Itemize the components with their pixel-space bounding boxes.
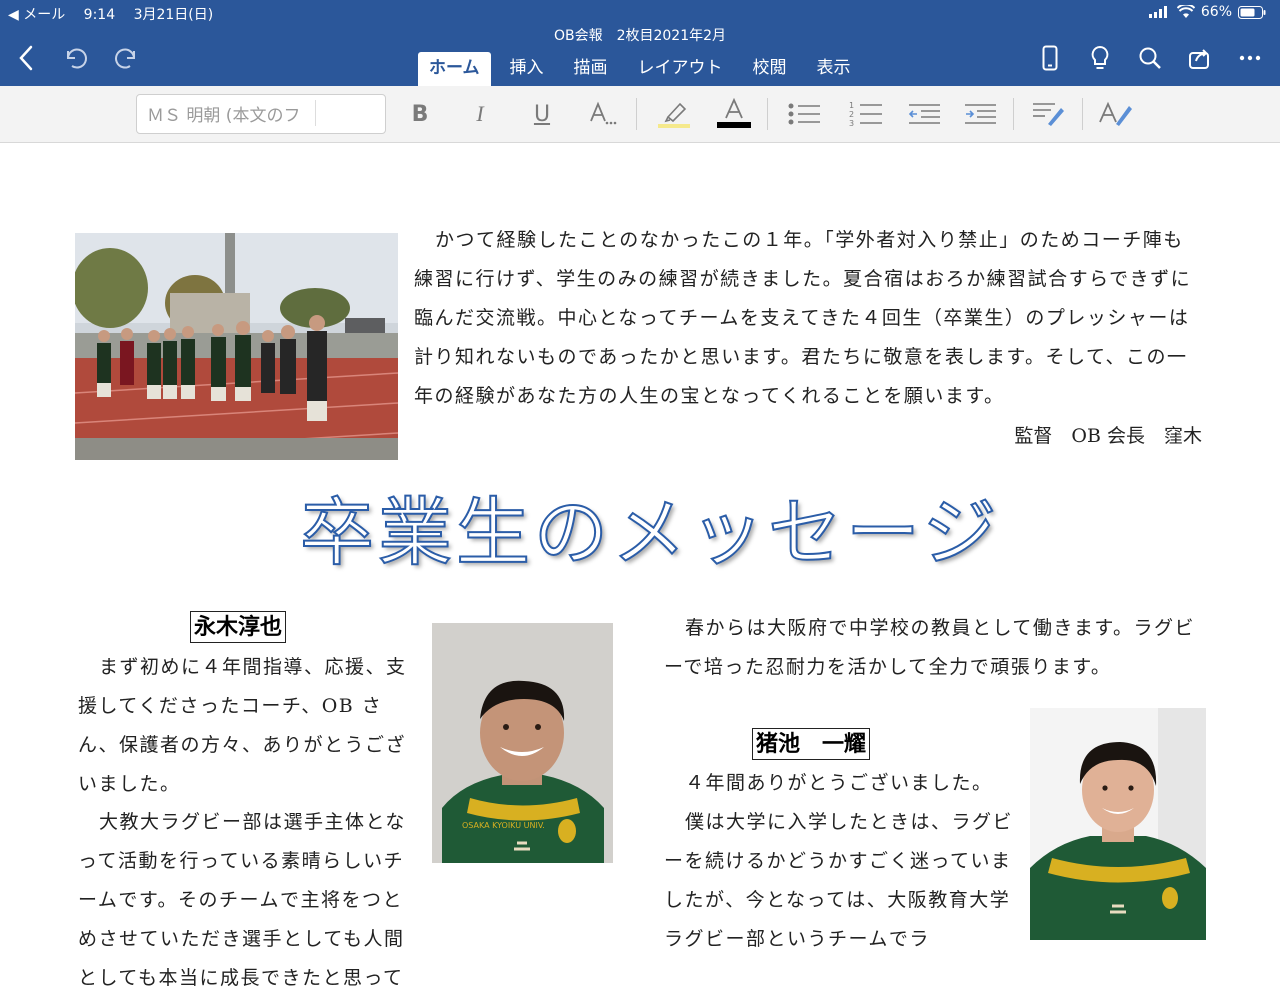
person1-text-b1: 大教大ラグビー部は選手主体となって活動を行っている素晴らしいチームです。そのチー… [78, 803, 418, 998]
ribbon-divider [636, 98, 637, 130]
person1-name: 永木淳也 [190, 611, 287, 643]
undo-icon[interactable] [60, 42, 92, 74]
ribbon-toolbar: B I U 123 [0, 86, 1280, 143]
ribbon-divider [1013, 98, 1014, 130]
highlighter-icon [658, 102, 690, 128]
person2-name: 猪池 一耀 [752, 728, 871, 760]
text-effects-button[interactable] [582, 96, 622, 132]
app-header: ◀ メール 9:14 3月21日(日) 66% OB会報 2枚目2021年2月 … [0, 0, 1280, 86]
person1-portrait: OSAKA KYOIKU UNIV. [432, 623, 613, 863]
person1-text-a: まず初めに４年間指導、応援、支援してくださったコーチ、OB さん、保護者の方々、… [78, 656, 407, 795]
person2-portrait [1030, 708, 1206, 940]
underline-button[interactable]: U [522, 96, 562, 132]
cellular-signal-icon [1148, 6, 1167, 18]
tab-draw[interactable]: 描画 [563, 52, 619, 86]
font-size-divider [315, 100, 316, 126]
ribbon-divider [767, 98, 768, 130]
tab-layout[interactable]: レイアウト [627, 52, 734, 86]
battery-icon [1238, 5, 1266, 19]
header-actions [1034, 42, 1266, 74]
person1-continuation: 春からは大阪府で中学校の教員として働きます。ラグビーで培った忍耐力を活かして全力… [664, 617, 1196, 678]
svg-text:1: 1 [849, 101, 854, 110]
battery-percent: 66% [1200, 4, 1232, 20]
highlight-button[interactable] [654, 96, 694, 132]
search-icon[interactable] [1134, 42, 1166, 74]
jersey-text: OSAKA KYOIKU UNIV. [462, 821, 545, 830]
decrease-indent-icon [908, 104, 940, 124]
tab-home[interactable]: ホーム [418, 52, 491, 86]
paragraph-styles-icon [1033, 103, 1064, 126]
back-icon[interactable] [10, 42, 42, 74]
lightbulb-icon[interactable] [1084, 42, 1116, 74]
decrease-indent-button[interactable] [904, 96, 944, 132]
back-to-app-link[interactable]: ◀ メール [8, 7, 65, 23]
font-color-icon [717, 98, 751, 128]
bold-button[interactable]: B [400, 96, 440, 132]
bullet-list-icon [788, 103, 820, 125]
svg-text:2: 2 [849, 110, 854, 119]
tab-insert[interactable]: 挿入 [499, 52, 555, 86]
svg-text:3: 3 [849, 119, 854, 127]
font-name-input[interactable] [137, 95, 319, 131]
font-color-button[interactable] [714, 96, 754, 132]
document-page[interactable]: かつて経験したことのなかったこの１年。「学外者対入り禁止」のためコーチ陣も練習に… [0, 143, 1280, 989]
increase-indent-icon [965, 104, 996, 124]
intro-paragraph: かつて経験したことのなかったこの１年。「学外者対入り禁止」のためコーチ陣も練習に… [414, 229, 1192, 407]
numbered-list-button[interactable]: 123 [846, 96, 886, 132]
status-time: 9:14 [83, 7, 116, 23]
increase-indent-button[interactable] [960, 96, 1000, 132]
ribbon-tabs: ホーム 挿入 描画 レイアウト 校閲 表示 [418, 50, 870, 86]
format-brush-icon [1099, 101, 1132, 126]
font-selector[interactable] [136, 94, 386, 134]
italic-button[interactable]: I [460, 96, 500, 132]
status-bar-left: ◀ メール 9:14 3月21日(日) [8, 4, 227, 24]
clear-formatting-button[interactable] [1096, 96, 1136, 132]
text-effects-icon [590, 101, 617, 125]
more-options-icon[interactable] [1234, 42, 1266, 74]
wifi-icon [1176, 5, 1195, 18]
styles-button[interactable] [1028, 96, 1068, 132]
ribbon-divider [1082, 98, 1083, 130]
status-date: 3月21日(日) [133, 7, 214, 23]
tab-view[interactable]: 表示 [806, 52, 862, 86]
status-bar-right: 66% [1148, 4, 1266, 20]
person2-text-a: ４年間ありがとうございました。 [685, 772, 993, 794]
bullet-list-button[interactable] [784, 96, 824, 132]
person2-text-b: 僕は大学に入学したときは、ラグビーを続けるかどうかすごく迷っていましたが、今とな… [664, 811, 1014, 950]
signature-line: 監督 OB 会長 窪木 [1014, 425, 1202, 447]
redo-icon[interactable] [110, 42, 142, 74]
tab-review[interactable]: 校閲 [742, 52, 798, 86]
share-icon[interactable] [1184, 42, 1216, 74]
person1-text-b: 大教大ラグビー部は選手主体となって活動を行っている素晴らしいチームです。そのチー… [78, 811, 406, 989]
numbered-list-icon: 123 [849, 101, 882, 127]
team-photo [75, 233, 398, 460]
headline-wordart: 卒業生のメッセージ [299, 489, 1001, 577]
mobile-view-icon[interactable] [1034, 42, 1066, 74]
